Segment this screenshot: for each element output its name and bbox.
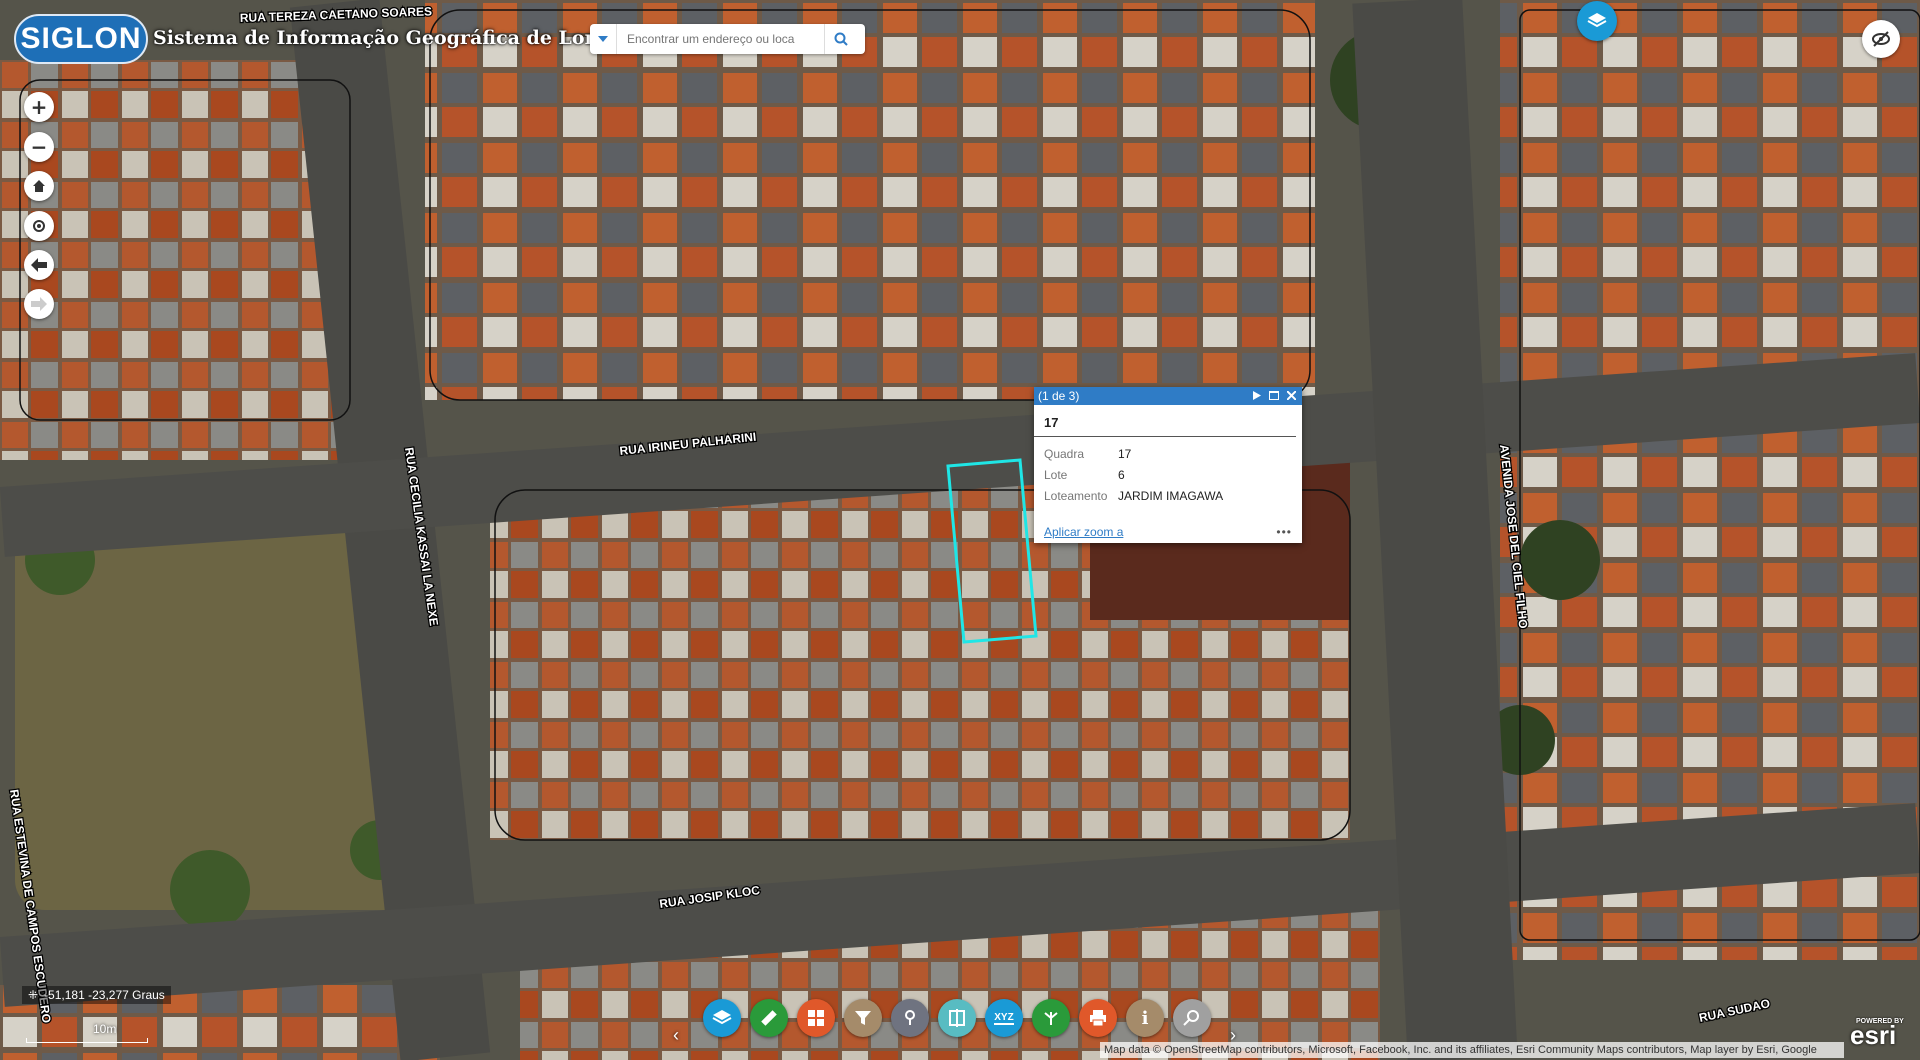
attribute-key: Lote <box>1044 467 1068 482</box>
toolbar-share-button[interactable] <box>1032 999 1070 1037</box>
toolbar-filter-button[interactable] <box>844 999 882 1037</box>
toolbar-print-button[interactable] <box>1079 999 1117 1037</box>
search-button[interactable] <box>824 24 857 54</box>
feature-popup: (1 de 3) 17 Quadra 17 Lote 6 Loteamento JAR… <box>1034 387 1302 543</box>
xyz-icon: XYZ <box>994 1011 1014 1025</box>
measure-icon <box>761 1010 777 1026</box>
locate-icon <box>33 220 45 232</box>
siglon-logo[interactable]: SIGLON <box>14 14 148 64</box>
locate-button[interactable] <box>24 211 54 241</box>
map-attribution: Map data © OpenStreetMap contributors, M… <box>1100 1042 1844 1058</box>
play-icon <box>1253 391 1261 400</box>
maximize-icon <box>1269 391 1279 400</box>
print-icon <box>1090 1010 1106 1027</box>
info-icon: i <box>1141 1007 1149 1029</box>
minus-icon: − <box>30 135 48 159</box>
previous-extent-button[interactable] <box>24 250 54 280</box>
esri-logo[interactable]: esri <box>1850 1020 1896 1051</box>
toolbar-routing-button[interactable] <box>891 999 929 1037</box>
popup-attribute-row: Loteamento JARDIM IMAGAWA <box>1044 485 1302 506</box>
basemap-gallery-icon <box>808 1010 824 1026</box>
aerial-map[interactable]: RUA IRINEU PALHARINI RUA CECILIA KASSAI … <box>0 0 1920 1060</box>
search-box <box>590 24 865 54</box>
app-title: Sistema de Informação Geográfica de Lond… <box>153 27 656 49</box>
popup-title: 17 <box>1034 405 1296 437</box>
swipe-icon <box>949 1009 965 1027</box>
toolbar-basemap-button[interactable] <box>797 999 835 1037</box>
chevron-left-icon: ‹ <box>673 1025 679 1045</box>
close-icon <box>1286 390 1297 401</box>
search-icon <box>834 32 848 46</box>
attribute-key: Loteamento <box>1044 488 1108 503</box>
maximize-button[interactable] <box>1269 389 1279 403</box>
visibility-toggle-button[interactable] <box>1862 20 1900 58</box>
toolbar-prev-button[interactable]: ‹ <box>673 1025 679 1046</box>
layers-button[interactable] <box>1577 1 1617 41</box>
arrow-left-icon <box>31 258 47 272</box>
eye-off-icon <box>1872 31 1890 47</box>
attribute-value: 6 <box>1118 467 1125 482</box>
search-source-dropdown[interactable] <box>590 24 617 54</box>
home-button[interactable] <box>24 171 54 201</box>
next-feature-button[interactable] <box>1253 389 1261 403</box>
toolbar-info-button[interactable]: i <box>1126 999 1164 1037</box>
share-icon <box>1044 1012 1058 1025</box>
toolbar-zoom-search-button[interactable] <box>1173 999 1211 1037</box>
search-input[interactable] <box>625 31 824 47</box>
next-extent-button[interactable] <box>24 289 54 319</box>
layers-icon <box>1587 13 1607 28</box>
crosshair-icon: ⁜ <box>28 988 39 1002</box>
logo-text: SIGLON <box>20 22 142 55</box>
attribute-key: Quadra <box>1044 446 1085 461</box>
coordinate-readout: ⁜ -51,181 -23,277 Graus <box>22 986 171 1004</box>
attribute-value: JARDIM IMAGAWA <box>1118 488 1224 503</box>
routing-icon <box>905 1010 915 1025</box>
zoom-search-icon <box>1183 1010 1199 1026</box>
zoom-in-button[interactable]: + <box>24 92 54 122</box>
layers-icon <box>712 1010 732 1025</box>
popup-attribute-row: Quadra 17 <box>1044 443 1302 464</box>
toolbar-swipe-button[interactable] <box>938 999 976 1037</box>
caret-down-icon <box>598 36 608 42</box>
scale-label: 10m <box>93 1022 117 1036</box>
arrow-right-icon <box>31 297 47 311</box>
filter-icon <box>855 1011 871 1025</box>
more-actions-button[interactable]: ••• <box>1276 525 1292 539</box>
attribute-value: 17 <box>1118 446 1132 461</box>
coordinates-text: -51,181 -23,277 Graus <box>44 988 165 1002</box>
scale-bar <box>26 1038 148 1043</box>
zoom-to-link[interactable]: Aplicar zoom a <box>1044 525 1123 539</box>
toolbar-layers-button[interactable] <box>703 999 741 1037</box>
popup-counter: (1 de 3) <box>1038 389 1080 403</box>
popup-attribute-row: Lote 6 <box>1044 464 1302 485</box>
toolbar-measure-button[interactable] <box>750 999 788 1037</box>
home-icon <box>33 180 45 192</box>
popup-header: (1 de 3) <box>1034 387 1302 405</box>
popup-footer: Aplicar zoom a ••• <box>1044 525 1292 539</box>
toolbar-xyz-button[interactable]: XYZ <box>985 999 1023 1037</box>
close-button[interactable] <box>1286 389 1297 403</box>
plus-icon: + <box>30 95 48 119</box>
zoom-out-button[interactable]: − <box>24 132 54 162</box>
